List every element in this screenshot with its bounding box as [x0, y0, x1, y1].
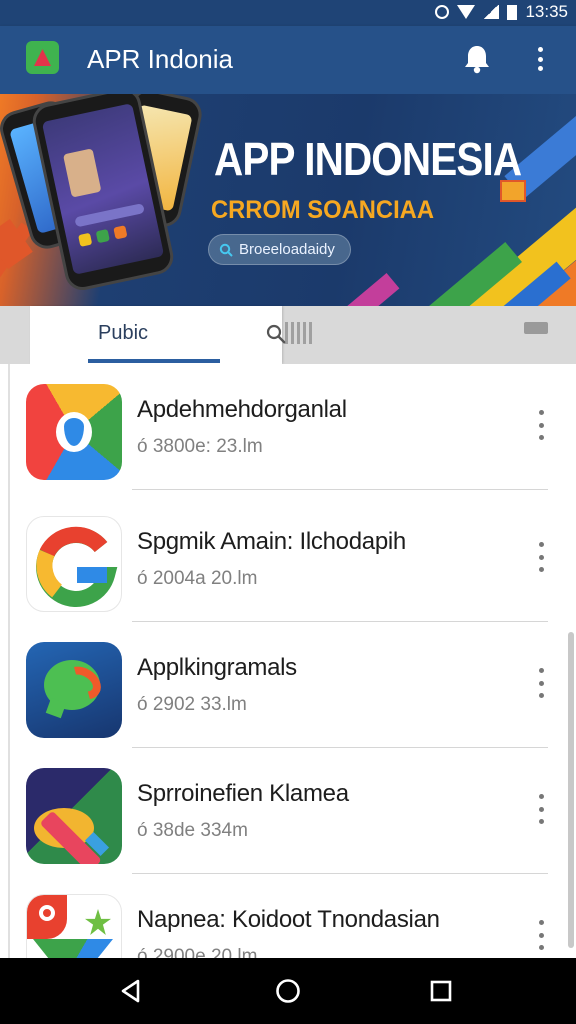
app-list: Apdehmehdorganlal ó 3800e: 23.lm Spgmik … [0, 364, 576, 958]
app-name: Sprroinefien Klamea [137, 780, 349, 807]
list-item[interactable]: Spgmik Amain: Ilchodapih ó 2004a 20.lm [0, 496, 576, 622]
more-vert-icon[interactable] [534, 542, 548, 572]
banner-search-pill[interactable]: Broeeloadaidy [208, 234, 351, 265]
tab-indicator [88, 359, 220, 363]
more-icon[interactable] [524, 322, 548, 334]
app-title: APR Indonia [87, 44, 233, 74]
divider [132, 489, 548, 490]
google-drive-style-icon [26, 384, 122, 480]
alarm-icon [435, 5, 450, 19]
banner-subtitle: CRROM SOANCIAA [211, 196, 434, 224]
app-name: Apdehmehdorganlal [137, 396, 347, 423]
wifi-icon [457, 5, 476, 19]
list-item[interactable]: Sprroinefien Klamea ó 38de 334m [0, 748, 576, 874]
tab-public[interactable]: Pubic [98, 322, 148, 345]
maps-pin-icon [26, 894, 122, 958]
app-bar: APR Indonia [0, 26, 576, 94]
home-icon[interactable] [275, 978, 301, 1004]
banner-pill-label: Broeeloadaidy [239, 241, 335, 258]
app-logo[interactable] [26, 41, 59, 74]
bell-icon[interactable] [463, 44, 491, 74]
app-meta: ó 2902 33.lm [137, 694, 247, 715]
signal-icon [483, 5, 500, 19]
recents-icon[interactable] [428, 978, 454, 1004]
scrollbar[interactable] [568, 632, 574, 948]
app-name: Spgmik Amain: Ilchodapih [137, 528, 406, 555]
flag-icon [500, 180, 526, 202]
app-name: Applkingramals [137, 654, 297, 681]
more-vert-icon[interactable] [534, 668, 548, 698]
app-name: Napnea: Koidoot Tnondasian [137, 906, 440, 933]
navigation-bar [0, 958, 576, 1024]
tab-row: Pubic [0, 306, 576, 364]
list-item[interactable]: Napnea: Koidoot Tnondasian ó 2900e 20.lm [0, 874, 576, 958]
app-meta: ó 38de 334m [137, 820, 248, 841]
more-vert-icon[interactable] [534, 920, 548, 950]
more-vert-icon[interactable] [534, 794, 548, 824]
status-icons: 13:35 [435, 2, 568, 22]
tab-card: Pubic [30, 306, 286, 364]
banner-title: APP INDONESIA [214, 133, 522, 185]
more-vert-icon[interactable] [534, 410, 548, 440]
list-item[interactable]: Apdehmehdorganlal ó 3800e: 23.lm [0, 364, 576, 490]
list-item[interactable]: Applkingramals ó 2902 33.lm [0, 622, 576, 748]
search-icon [219, 243, 233, 257]
app-meta: ó 2900e 20.lm [137, 946, 258, 958]
status-bar: 13:35 [0, 0, 576, 26]
search-icon[interactable] [265, 323, 287, 345]
app-meta: ó 2004a 20.lm [137, 568, 258, 589]
battery-icon [507, 4, 518, 20]
back-icon[interactable] [118, 978, 144, 1004]
promo-banner[interactable]: APP INDONESIA CRROM SOANCIAA Broeeloadai… [0, 94, 576, 306]
more-vert-icon[interactable] [531, 44, 549, 74]
google-g-icon [26, 516, 122, 612]
chat-bubble-icon [26, 642, 122, 738]
status-time: 13:35 [525, 2, 568, 21]
pen-tool-icon [26, 768, 122, 864]
grid-icon[interactable] [285, 322, 315, 344]
app-meta: ó 3800e: 23.lm [137, 436, 263, 457]
